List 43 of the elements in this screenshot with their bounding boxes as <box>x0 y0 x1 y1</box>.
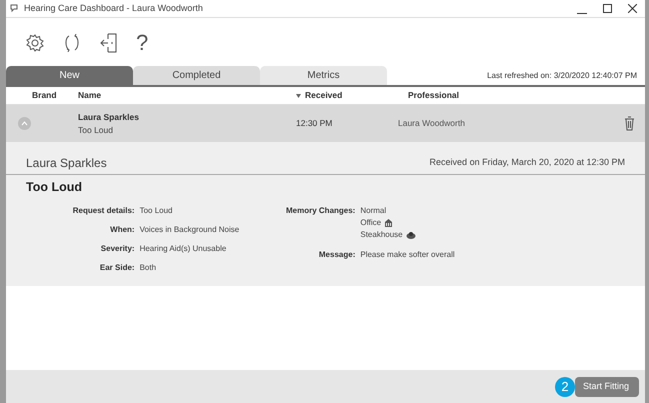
column-header[interactable]: Received <box>305 89 342 102</box>
tab[interactable]: Metrics <box>260 66 387 85</box>
column-header[interactable]: Professional <box>408 89 460 102</box>
column-header[interactable]: Brand <box>32 89 57 102</box>
app-icon <box>10 4 20 14</box>
window-title: Hearing Care Dashboard - Laura Woodworth <box>24 2 203 15</box>
professional-name: Laura Woodworth <box>398 118 465 128</box>
field-label: When: <box>109 224 135 236</box>
sort-arrow-icon[interactable] <box>296 94 301 98</box>
help-button[interactable]: ? <box>136 32 148 54</box>
column-header[interactable]: Name <box>78 89 102 102</box>
field-value: Both <box>140 262 158 274</box>
field-label: Ear Side: <box>98 262 135 274</box>
memory-name: Normal <box>360 204 386 217</box>
field-label: Message: <box>318 248 356 261</box>
table-row[interactable]: Laura Sparkles Too Loud 12:30 PM Laura Woodworth <box>6 105 645 142</box>
tab[interactable]: New <box>6 66 133 85</box>
field-value: Voices in Background Noise <box>140 224 240 236</box>
field-label: Request details: <box>72 204 135 217</box>
patient-name: Laura Sparkles <box>26 155 107 172</box>
settings-icon[interactable] <box>26 34 44 52</box>
step-badge: 2 <box>554 376 575 396</box>
received-time: 12:30 PM <box>296 118 332 128</box>
last-refreshed-text: Last refreshed on: 3/20/2020 12:40:07 PM <box>487 70 637 82</box>
delete-icon[interactable] <box>624 116 635 131</box>
field-label: Severity: <box>100 242 135 255</box>
field-value: Please make softer overall <box>360 248 455 261</box>
field-label: Memory Changes: <box>286 204 356 217</box>
patient-name: Laura Sparkles <box>78 110 140 124</box>
memory-name: Office <box>360 216 382 229</box>
request-type: Too Loud <box>78 124 114 136</box>
plate-icon <box>406 230 416 239</box>
exit-door-icon[interactable] <box>100 33 118 53</box>
start-fitting-button[interactable]: Start Fitting <box>574 376 639 396</box>
received-date: Received on Friday, March 20, 2020 at 12:30 PM <box>430 156 625 170</box>
memory-name: Steakhouse <box>360 228 403 241</box>
maximize-icon[interactable] <box>603 4 612 13</box>
building-icon <box>384 218 394 227</box>
close-icon[interactable] <box>628 4 637 13</box>
tab[interactable]: Completed <box>133 66 260 85</box>
request-title: Too Loud <box>26 179 83 196</box>
field-value: Hearing Aid(s) Unusable <box>140 242 228 255</box>
field-value: Too Loud <box>140 204 174 217</box>
